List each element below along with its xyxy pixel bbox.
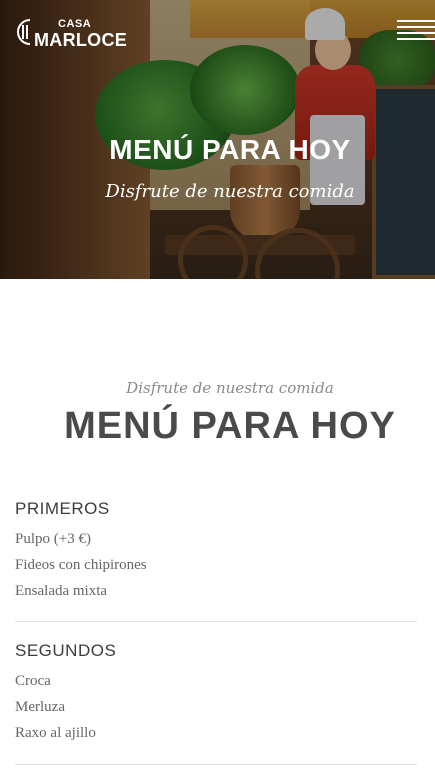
dish-item: Croca (15, 673, 51, 689)
hero-banner: CASA MARLOCE MENÚ PARA HOY Disfrute de n… (0, 0, 435, 279)
dish-item: Ensalada mixta (15, 583, 108, 599)
course-divider (15, 764, 417, 765)
course-heading: PRIMEROS (15, 499, 110, 518)
hero-subtitle: Disfrute de nuestra comida (105, 181, 355, 202)
dish-item: Merluza (15, 699, 65, 715)
course-primeros: PRIMEROS Pulpo (+3 €) Fideos con chipiro… (15, 498, 417, 604)
hero-title: MENÚ PARA HOY (109, 134, 351, 165)
logo-text-marloce: MARLOCE (34, 30, 128, 50)
course-segundos: SEGUNDOS Croca Merluza Raxo al ajillo (15, 640, 417, 746)
menu-section-subtitle: Disfrute de nuestra comida (126, 379, 334, 397)
hamburger-menu-icon[interactable] (397, 20, 435, 42)
dish-item: Pulpo (+3 €) (15, 531, 91, 547)
dish-item: Fideos con chipirones (15, 557, 147, 573)
course-divider (15, 621, 417, 622)
site-logo[interactable]: CASA MARLOCE (16, 18, 146, 50)
course-heading: SEGUNDOS (15, 641, 117, 660)
menu-section-title: MENÚ PARA HOY (64, 405, 396, 447)
dish-item: Raxo al ajillo (15, 725, 96, 741)
logo-text-casa: CASA (58, 18, 92, 30)
